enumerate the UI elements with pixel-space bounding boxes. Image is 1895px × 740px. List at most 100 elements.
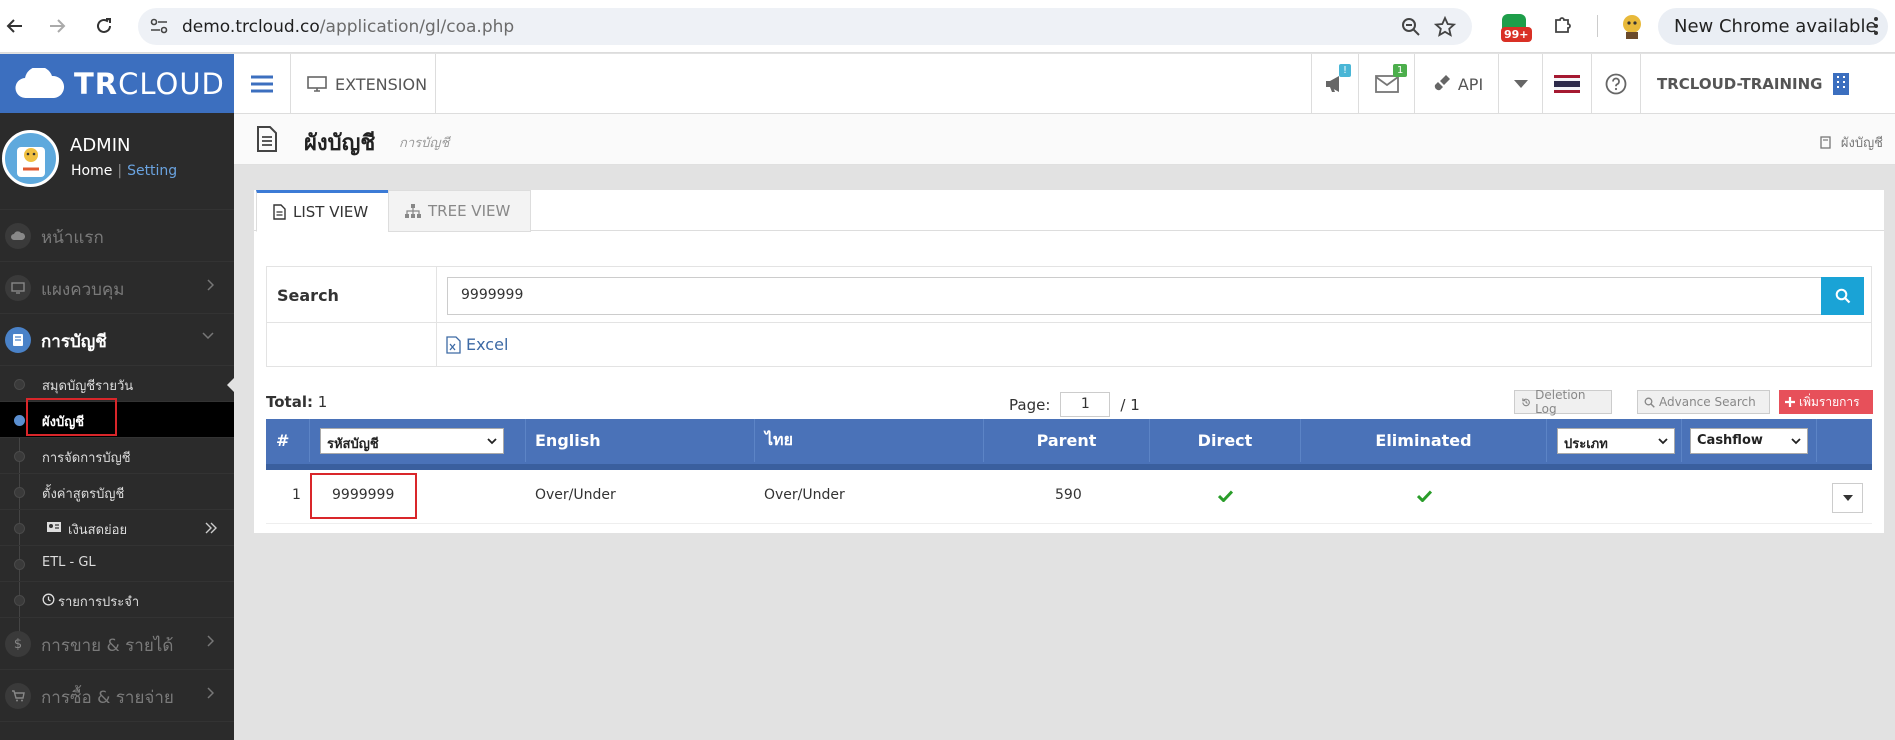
address-bar[interactable]: demo.trcloud.co/application/gl/coa.php bbox=[138, 8, 1472, 45]
submenu-item-formula[interactable]: ตั้งค่าสูตรบัญชี bbox=[0, 473, 234, 509]
profile-avatar[interactable] bbox=[1619, 12, 1645, 40]
extensions-puzzle-icon[interactable] bbox=[1552, 14, 1574, 36]
extension-count: 99+ bbox=[1501, 27, 1532, 42]
id-card-icon bbox=[46, 521, 62, 533]
search-row2-label-cell bbox=[267, 323, 437, 367]
excel-export-link[interactable]: Excel bbox=[446, 335, 508, 354]
menu-item-purchases[interactable]: การซื้อ & รายจ่าย bbox=[0, 669, 234, 721]
menu-item-more[interactable] bbox=[0, 721, 234, 740]
column-header-code: รหัสบัญชี bbox=[310, 419, 526, 462]
row-actions-dropdown[interactable] bbox=[1832, 483, 1863, 513]
extension-button[interactable]: EXTENSION bbox=[291, 54, 436, 114]
submenu-label: การจัดการบัญชี bbox=[42, 451, 131, 466]
site-settings-icon[interactable] bbox=[150, 18, 168, 34]
announcement-button[interactable]: ! bbox=[1311, 54, 1358, 114]
column-header-type: ประเภท bbox=[1547, 419, 1682, 462]
user-name: ADMIN bbox=[70, 135, 131, 156]
tab-label: TREE VIEW bbox=[428, 202, 511, 220]
search-button[interactable] bbox=[1821, 277, 1864, 315]
menu-item-home[interactable]: หน้าแรก bbox=[0, 209, 234, 261]
book-icon bbox=[1820, 136, 1831, 149]
type-column-select[interactable]: ประเภท bbox=[1557, 428, 1675, 454]
submenu-label: รายการประจำ bbox=[58, 595, 140, 610]
home-link[interactable]: Home bbox=[71, 163, 112, 179]
company-name: TRCLOUD-TRAINING bbox=[1657, 75, 1823, 93]
caret-down-icon bbox=[1842, 495, 1853, 501]
company-selector[interactable]: TRCLOUD-TRAINING bbox=[1640, 54, 1895, 114]
advance-search-button[interactable]: Advance Search bbox=[1637, 390, 1770, 414]
zoom-icon[interactable] bbox=[1401, 17, 1421, 37]
submenu-dot bbox=[14, 595, 25, 606]
highlight-coa-menu bbox=[26, 398, 117, 436]
column-header-english: English bbox=[526, 419, 755, 462]
history-icon bbox=[1522, 397, 1530, 406]
top-header: EXTENSION ! 1 API TRCLOUD-TRAINING bbox=[234, 54, 1895, 114]
api-button[interactable]: API bbox=[1414, 54, 1498, 114]
submenu-item-petty-cash[interactable]: เงินสดย่อย bbox=[0, 509, 234, 545]
tab-label: LIST VIEW bbox=[293, 203, 369, 221]
column-header-thai: ไทย bbox=[755, 419, 984, 462]
submenu-item-account-management[interactable]: การจัดการบัญชี bbox=[0, 437, 234, 473]
submenu-label: เงินสดย่อย bbox=[68, 523, 128, 538]
excel-label: Excel bbox=[466, 335, 509, 354]
page-number-input[interactable]: 1 bbox=[1060, 392, 1111, 417]
cashflow-column-select[interactable]: Cashflow bbox=[1690, 428, 1808, 454]
table-row[interactable]: 1 9999999 Over/Under Over/Under 590 bbox=[266, 470, 1872, 524]
double-chevron-right-icon[interactable] bbox=[205, 522, 217, 534]
menu-item-sales[interactable]: $ การขาย & รายได้ bbox=[0, 617, 234, 669]
code-select-value: รหัสบัญชี bbox=[327, 437, 379, 452]
search-input[interactable]: 9999999 bbox=[447, 277, 1822, 315]
avatar[interactable] bbox=[2, 130, 59, 187]
search-icon bbox=[1644, 397, 1655, 408]
code-column-select[interactable]: รหัสบัญชี bbox=[320, 428, 504, 454]
forward-icon[interactable] bbox=[44, 13, 70, 39]
new-chrome-available-button[interactable]: New Chrome available bbox=[1658, 8, 1888, 45]
column-header-number: # bbox=[266, 419, 310, 462]
chevron-right-icon bbox=[206, 279, 214, 291]
trcloud-logo[interactable]: TRCLOUD bbox=[0, 54, 234, 113]
submenu-item-journal[interactable]: สมุดบัญชีรายวัน bbox=[0, 365, 234, 401]
back-icon[interactable] bbox=[2, 13, 28, 39]
tab-tree-view[interactable]: TREE VIEW bbox=[388, 190, 531, 232]
clock-icon bbox=[42, 593, 55, 606]
document-icon bbox=[256, 126, 278, 152]
chevron-right-icon bbox=[206, 687, 214, 699]
reload-icon[interactable] bbox=[91, 13, 117, 39]
submenu-dot bbox=[14, 559, 25, 570]
menu-item-accounting[interactable]: การบัญชี bbox=[0, 313, 234, 365]
api-label: API bbox=[1457, 74, 1484, 94]
user-profile: ADMIN Home | Setting bbox=[0, 113, 234, 201]
update-label: New Chrome available bbox=[1674, 16, 1877, 37]
url-domain: demo.trcloud.co bbox=[182, 17, 320, 37]
hamburger-menu-icon[interactable] bbox=[234, 54, 291, 114]
chrome-menu-icon[interactable] bbox=[1873, 16, 1879, 36]
dropdown-caret-button[interactable] bbox=[1498, 54, 1542, 114]
setting-link[interactable]: Setting bbox=[127, 163, 177, 179]
extension-label: EXTENSION bbox=[335, 74, 428, 94]
deletion-log-label: Deletion Log bbox=[1535, 388, 1586, 416]
sidebar: TRCLOUD ADMIN Home | Setting หน้าแรก แผงคว… bbox=[0, 54, 236, 740]
menu-item-dashboard[interactable]: แผงควบคุม bbox=[0, 261, 234, 313]
tab-list-view[interactable]: LIST VIEW bbox=[256, 190, 390, 232]
mail-icon bbox=[1374, 75, 1399, 93]
bookmark-star-icon[interactable] bbox=[1434, 16, 1456, 38]
deletion-log-button[interactable]: Deletion Log bbox=[1514, 388, 1612, 416]
help-button[interactable] bbox=[1591, 54, 1640, 114]
total-label: Total: bbox=[266, 393, 313, 411]
language-thai-button[interactable] bbox=[1542, 54, 1591, 114]
submenu-item-etl-gl[interactable]: ETL - GL bbox=[0, 545, 234, 581]
sitemap-icon bbox=[405, 204, 421, 218]
chevron-down-icon bbox=[202, 331, 214, 339]
submenu-label: ETL - GL bbox=[42, 555, 96, 570]
content-panel: LIST VIEW TREE VIEW Search 9999999 Excel… bbox=[254, 190, 1884, 533]
cell-parent: 590 bbox=[1055, 487, 1082, 503]
chevron-right-icon bbox=[206, 635, 214, 647]
submenu-label: สมุดบัญชีรายวัน bbox=[42, 379, 134, 394]
submenu-item-recurring[interactable]: รายการประจำ bbox=[0, 581, 234, 617]
mail-button[interactable]: 1 bbox=[1358, 54, 1414, 114]
question-circle-icon bbox=[1605, 73, 1627, 95]
breadcrumb[interactable]: ผังบัญชี bbox=[1820, 132, 1883, 153]
add-item-button[interactable]: เพิ่มรายการ bbox=[1779, 390, 1873, 414]
plug-icon bbox=[1432, 75, 1450, 92]
page-label: Page: bbox=[1009, 395, 1051, 414]
